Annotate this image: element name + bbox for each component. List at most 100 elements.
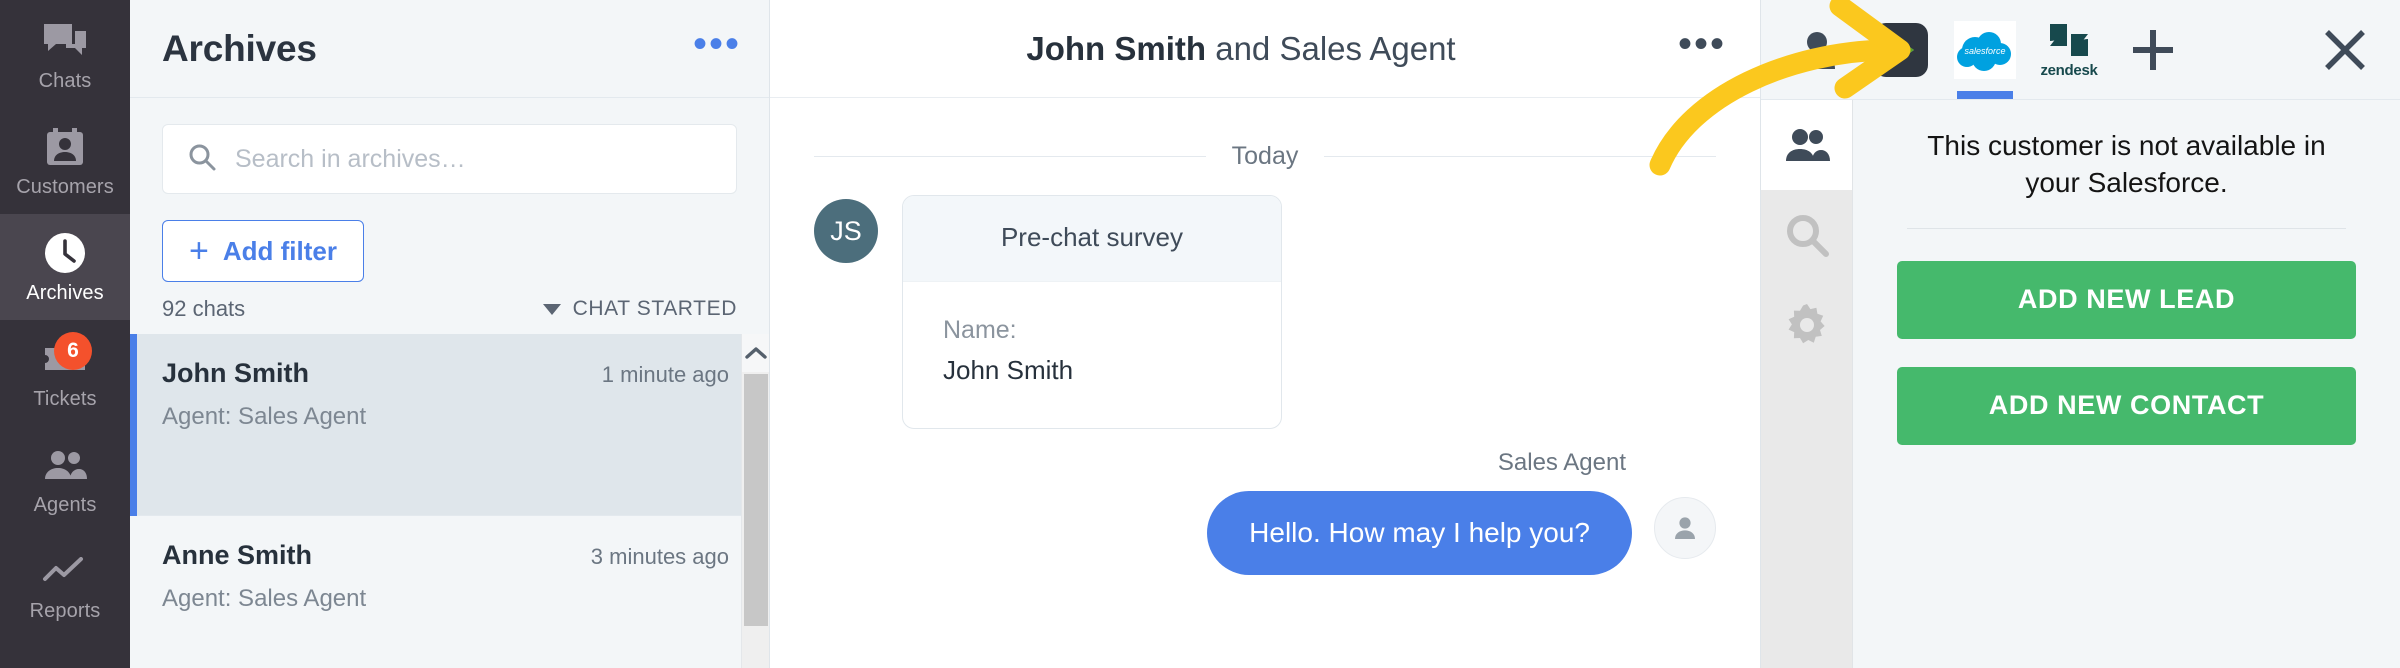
list-item-subtitle: Agent: Sales Agent — [162, 403, 367, 430]
close-icon — [2325, 29, 2365, 70]
conversation-more-button[interactable]: ••• — [1678, 24, 1726, 64]
salesforce-wordmark: salesforce — [1964, 46, 2005, 56]
sidebar-item-reports[interactable]: Reports — [0, 532, 130, 638]
customers-icon — [42, 126, 88, 168]
person-icon — [1675, 517, 1695, 539]
conversation-header: John Smith and Sales Agent ••• — [770, 0, 1760, 98]
conversation-panel: John Smith and Sales Agent ••• Today JS … — [770, 0, 1760, 668]
message-bubble: Hello. How may I help you? — [1207, 491, 1632, 575]
add-new-contact-button[interactable]: ADD NEW CONTACT — [1897, 366, 2356, 445]
search-icon — [187, 142, 217, 177]
add-filter-button[interactable]: + Add filter — [162, 220, 364, 282]
rail-item-settings[interactable] — [1761, 280, 1852, 370]
plus-icon: + — [189, 231, 209, 270]
integration-main: This customer is not available in your S… — [1761, 100, 2400, 668]
person-icon — [1799, 31, 1835, 69]
add-filter-label: Add filter — [222, 235, 337, 266]
survey-body: Name: John Smith — [903, 282, 1281, 428]
rail-item-search[interactable] — [1761, 190, 1852, 280]
search-input[interactable] — [235, 144, 712, 174]
sidebar-item-label: Customers — [16, 175, 114, 198]
main-navigation-rail: Chats Customers Archives 6 Tickets Agent… — [0, 0, 130, 668]
list-item-top: John Smith 1 minute ago — [162, 358, 729, 389]
reports-icon — [42, 550, 88, 592]
add-new-lead-button[interactable]: ADD NEW LEAD — [1897, 260, 2356, 339]
ticket-icon: 6 — [42, 331, 92, 380]
list-item[interactable]: Anne Smith 3 minutes ago Agent: Sales Ag… — [130, 516, 769, 668]
chat-count: 92 chats — [162, 296, 246, 321]
gear-icon — [1788, 304, 1825, 344]
clock-icon — [42, 232, 88, 274]
app-tab[interactable] — [1859, 0, 1943, 99]
list-item-time: 1 minute ago — [601, 362, 729, 387]
salesforce-tab[interactable]: salesforce — [1943, 0, 2027, 99]
rail-item-contacts[interactable] — [1761, 100, 1852, 190]
integration-side-rail — [1761, 100, 1853, 668]
zendesk-icon: zendesk — [2040, 20, 2098, 79]
sort-control[interactable]: CHAT STARTED — [542, 297, 737, 321]
chevron-down-icon — [542, 303, 561, 315]
list-item-name: John Smith — [162, 358, 309, 388]
plus-icon — [2133, 29, 2173, 70]
sidebar-item-label: Reports — [29, 599, 101, 622]
sidebar-item-label: Agents — [33, 493, 97, 516]
sidebar-item-customers[interactable]: Customers — [0, 108, 130, 214]
sidebar-item-label: Tickets — [33, 387, 97, 410]
sidebar-item-label: Archives — [26, 281, 104, 304]
message-author: Sales Agent — [1497, 449, 1626, 476]
sidebar-item-agents[interactable]: Agents — [0, 426, 130, 532]
pre-chat-survey-card: Pre-chat survey Name: John Smith — [902, 195, 1282, 429]
archives-controls: + Add filter 92 chats CHAT STARTED — [130, 98, 769, 334]
archives-more-button[interactable]: ••• — [693, 24, 741, 64]
agents-icon — [42, 444, 88, 486]
list-item-subtitle: Agent: Sales Agent — [162, 585, 367, 612]
sort-label: CHAT STARTED — [572, 297, 737, 320]
archives-meta-row: 92 chats CHAT STARTED — [162, 296, 737, 334]
search-box[interactable] — [162, 124, 737, 194]
survey-field-label: Name: — [943, 316, 1017, 344]
incoming-message: JS Pre-chat survey Name: John Smith — [814, 195, 1716, 429]
integration-content: This customer is not available in your S… — [1853, 100, 2400, 668]
add-integration-button[interactable] — [2111, 0, 2195, 99]
app-root: Chats Customers Archives 6 Tickets Agent… — [0, 0, 2400, 668]
list-item-time: 3 minutes ago — [590, 544, 729, 569]
tickets-badge: 6 — [54, 331, 92, 370]
conversation-title-rest: and Sales Agent — [1206, 29, 1456, 67]
avatar: JS — [814, 199, 878, 263]
sidebar-item-chats[interactable]: Chats — [0, 2, 130, 108]
chevron-up-icon — [744, 347, 767, 359]
day-separator: Today — [814, 142, 1716, 171]
conversation-body: Today JS Pre-chat survey Name: John Smit… — [770, 98, 1760, 668]
zendesk-tab[interactable]: zendesk — [2027, 0, 2111, 99]
sidebar-item-tickets[interactable]: 6 Tickets — [0, 320, 130, 426]
divider — [1907, 227, 2346, 229]
avatar — [1654, 497, 1716, 559]
people-icon — [1785, 129, 1830, 161]
search-icon — [1786, 215, 1829, 257]
scrollbar-thumb[interactable] — [744, 374, 768, 626]
survey-title: Pre-chat survey — [903, 196, 1281, 282]
sidebar-item-label: Chats — [38, 69, 92, 92]
survey-field-value: John Smith — [943, 355, 1074, 385]
dark-app-icon — [1874, 22, 1928, 77]
filter-row: + Add filter — [162, 220, 737, 282]
day-separator-label: Today — [1231, 142, 1299, 170]
separator-line-left — [814, 156, 1206, 157]
list-item-name: Anne Smith — [162, 540, 313, 570]
integration-tab-bar: salesforce zendesk — [1761, 0, 2400, 100]
separator-line-right — [1324, 156, 1716, 157]
outgoing-message-wrap: Sales Agent Hello. How may I help you? — [1207, 449, 1632, 575]
archives-chat-list: John Smith 1 minute ago Agent: Sales Age… — [130, 334, 769, 668]
chat-list-scrollbar[interactable] — [741, 334, 769, 668]
conversation-title: John Smith and Sales Agent — [804, 30, 1678, 68]
list-item[interactable]: John Smith 1 minute ago Agent: Sales Age… — [130, 334, 769, 516]
salesforce-icon: salesforce — [1954, 20, 2016, 79]
outgoing-message: Sales Agent Hello. How may I help you? — [814, 449, 1716, 575]
chats-icon — [42, 20, 88, 62]
page-title: Archives — [162, 27, 317, 69]
scroll-up-button[interactable] — [742, 334, 769, 372]
integration-panel: salesforce zendesk This customer is not … — [1760, 0, 2400, 668]
close-panel-button[interactable] — [2290, 0, 2400, 99]
sidebar-item-archives[interactable]: Archives — [0, 214, 130, 320]
customer-details-tab[interactable] — [1775, 0, 1859, 99]
